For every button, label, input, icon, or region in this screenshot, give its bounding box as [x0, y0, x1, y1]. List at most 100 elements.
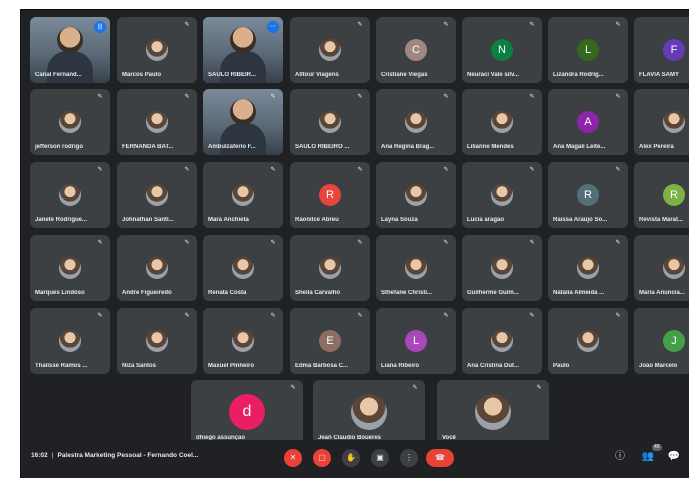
- mic-muted-icon: ✎: [443, 240, 449, 246]
- mic-muted-icon: ✎: [270, 167, 276, 173]
- participant-video-body: [220, 123, 266, 155]
- participant-avatar: [232, 257, 254, 279]
- participant-tile[interactable]: R✎Revista Marat...: [634, 162, 689, 228]
- mic-muted-icon: ✎: [443, 94, 449, 100]
- participant-tile[interactable]: L ✎ Liana Ribeiro: [376, 308, 456, 374]
- participant-tile[interactable]: ✎ Andre Figueiredo: [117, 235, 197, 301]
- participant-tile[interactable]: ✎Maria Anuncia...: [634, 235, 689, 301]
- meeting-title: Palestra Marketing Pessoal - Fernando Co…: [57, 452, 199, 459]
- participant-tile[interactable]: ✎ FERNANDA BAT...: [117, 89, 197, 155]
- mic-muted-icon: ✎: [97, 94, 103, 100]
- participant-name: Lucia aragão: [467, 217, 505, 223]
- participant-tile[interactable]: ✎ Sheila Carvalho: [290, 235, 370, 301]
- meet-window: ||| Canal Fernand... ✎ Marcos Paulo ⋯ SAULO R…: [20, 9, 689, 478]
- participant-tile[interactable]: ||| Canal Fernand...: [30, 17, 110, 83]
- participant-tile[interactable]: ✎ Layna Souza: [376, 162, 456, 228]
- participant-tile[interactable]: ✎ Ambulzaferio F...: [203, 89, 283, 155]
- participant-tile[interactable]: ✎ SAULO RIBEIRO ...: [290, 89, 370, 155]
- participant-tile[interactable]: ✎ Marques Lindoso: [30, 235, 110, 301]
- speaking-indicator-icon: |||: [94, 21, 106, 33]
- participant-tile[interactable]: R ✎ Raissa Araújo So...: [548, 162, 628, 228]
- participant-name: Revista Marat...: [639, 217, 684, 223]
- participant-avatar: A: [577, 111, 599, 133]
- participant-tile[interactable]: ✎ Alltour Viagens: [290, 17, 370, 83]
- participant-tile[interactable]: ✎ Niza Santos: [117, 308, 197, 374]
- participant-avatar: [405, 111, 427, 133]
- participant-avatar: [146, 330, 168, 352]
- mic-muted-icon: ✎: [529, 167, 535, 173]
- mic-muted-icon: ✎: [412, 385, 418, 391]
- participant-tile[interactable]: ✎ Mara Anchieta: [203, 162, 283, 228]
- mic-muted-icon: ✎: [529, 22, 535, 28]
- participant-avatar: [491, 257, 513, 279]
- mic-muted-icon: ✎: [184, 167, 190, 173]
- participant-tile[interactable]: ✎ Ana Regina Brag...: [376, 89, 456, 155]
- participant-tile[interactable]: ✎ Ana Cristina Dut...: [462, 308, 542, 374]
- end-call-icon[interactable]: ☎: [426, 449, 454, 467]
- mic-muted-icon: ✎: [443, 22, 449, 28]
- camera-off-icon[interactable]: ▢: [313, 449, 331, 467]
- mic-muted-icon: ✎: [536, 385, 542, 391]
- participant-tile[interactable]: A ✎ Ana Magali Leite...: [548, 89, 628, 155]
- more-options-icon[interactable]: ⋯: [267, 21, 279, 33]
- participant-avatar: [351, 394, 387, 430]
- participant-tile[interactable]: ✎ Thalisse Ramos ...: [30, 308, 110, 374]
- participant-avatar: R: [663, 184, 685, 206]
- participant-tile[interactable]: ✎ Você: [437, 380, 549, 446]
- participant-tile[interactable]: ✎Alex Pereira: [634, 89, 689, 155]
- participant-tile[interactable]: ✎ Guilherme Guim...: [462, 235, 542, 301]
- participant-name: Marques Lindoso: [35, 290, 85, 296]
- participant-tile[interactable]: ⋯ SAULO RIBEIR...: [203, 17, 283, 83]
- participant-tile[interactable]: L ✎ Lizandra Rodrig...: [548, 17, 628, 83]
- chat-icon[interactable]: 💬: [667, 450, 681, 464]
- participant-name: Maxuel Pinheiro: [208, 363, 255, 369]
- participant-tile[interactable]: ✎ Marcos Paulo: [117, 17, 197, 83]
- participant-avatar: [319, 39, 341, 61]
- participant-video-face: [230, 27, 256, 53]
- participant-tile[interactable]: ✎ jefferson rodrigo: [30, 89, 110, 155]
- participant-tile[interactable]: ✎ Lucia aragão: [462, 162, 542, 228]
- raise-hand-icon[interactable]: ✋: [342, 449, 360, 467]
- participant-avatar: R: [319, 184, 341, 206]
- participant-tile[interactable]: ✎ Sthefane Christi...: [376, 235, 456, 301]
- participant-tile[interactable]: ✎ Janete Rodrigue...: [30, 162, 110, 228]
- participant-tile[interactable]: ✎ Paulo: [548, 308, 628, 374]
- participant-name: Ambulzaferio F...: [208, 144, 256, 150]
- participant-tile[interactable]: R ✎ Raonilce Abreu: [290, 162, 370, 228]
- participant-tile[interactable]: ✎ Jean Claudio Bouéres: [313, 380, 425, 446]
- participant-name: Guilherme Guim...: [467, 290, 519, 296]
- more-options-icon[interactable]: ⋮: [400, 449, 418, 467]
- participant-tile[interactable]: ✎ Maxuel Pinheiro: [203, 308, 283, 374]
- people-icon[interactable]: 👥: [641, 450, 655, 464]
- participant-avatar: [491, 184, 513, 206]
- participant-tile[interactable]: ✎ Natália Almeida ...: [548, 235, 628, 301]
- participant-avatar: J: [663, 330, 685, 352]
- mic-muted-icon: ✎: [443, 167, 449, 173]
- participant-name: Lizandra Rodrig...: [553, 72, 604, 78]
- participant-name: Sthefane Christi...: [381, 290, 433, 296]
- mic-off-icon[interactable]: ✕: [284, 449, 302, 467]
- meeting-info: 16:02 | Palestra Marketing Pessoal - Ferna…: [31, 452, 198, 459]
- participant-name: Neuraci Vale silv...: [467, 72, 519, 78]
- participant-tile[interactable]: E ✎ Edma Barbosa C...: [290, 308, 370, 374]
- participant-tile[interactable]: F✎FLAVIA SAMY: [634, 17, 689, 83]
- info-icon[interactable]: ⓘ: [613, 450, 627, 464]
- participant-tile[interactable]: ✎ Johnathan Santi...: [117, 162, 197, 228]
- participant-name: Ana Cristina Dut...: [467, 363, 520, 369]
- mic-muted-icon: ✎: [357, 313, 363, 319]
- participant-name: SAULO RIBEIRO ...: [295, 144, 350, 150]
- participant-tile[interactable]: ✎ Renata Costa: [203, 235, 283, 301]
- present-icon[interactable]: ▣: [371, 449, 389, 467]
- participant-avatar: F: [663, 39, 685, 61]
- participant-avatar: L: [577, 39, 599, 61]
- participant-avatar: [577, 330, 599, 352]
- meeting-time: 16:02: [31, 452, 48, 459]
- participant-tile[interactable]: C ✎ Cristiane Viegas: [376, 17, 456, 83]
- participant-name: SAULO RIBEIR...: [208, 72, 257, 78]
- mic-muted-icon: ✎: [443, 313, 449, 319]
- participant-tile[interactable]: d ✎ dhiego assunção: [191, 380, 303, 446]
- participant-tile[interactable]: J✎João Marcelo: [634, 308, 689, 374]
- participant-tile[interactable]: ✎ Lilianne Mendes: [462, 89, 542, 155]
- mic-muted-icon: ✎: [270, 240, 276, 246]
- participant-tile[interactable]: N ✎ Neuraci Vale silv...: [462, 17, 542, 83]
